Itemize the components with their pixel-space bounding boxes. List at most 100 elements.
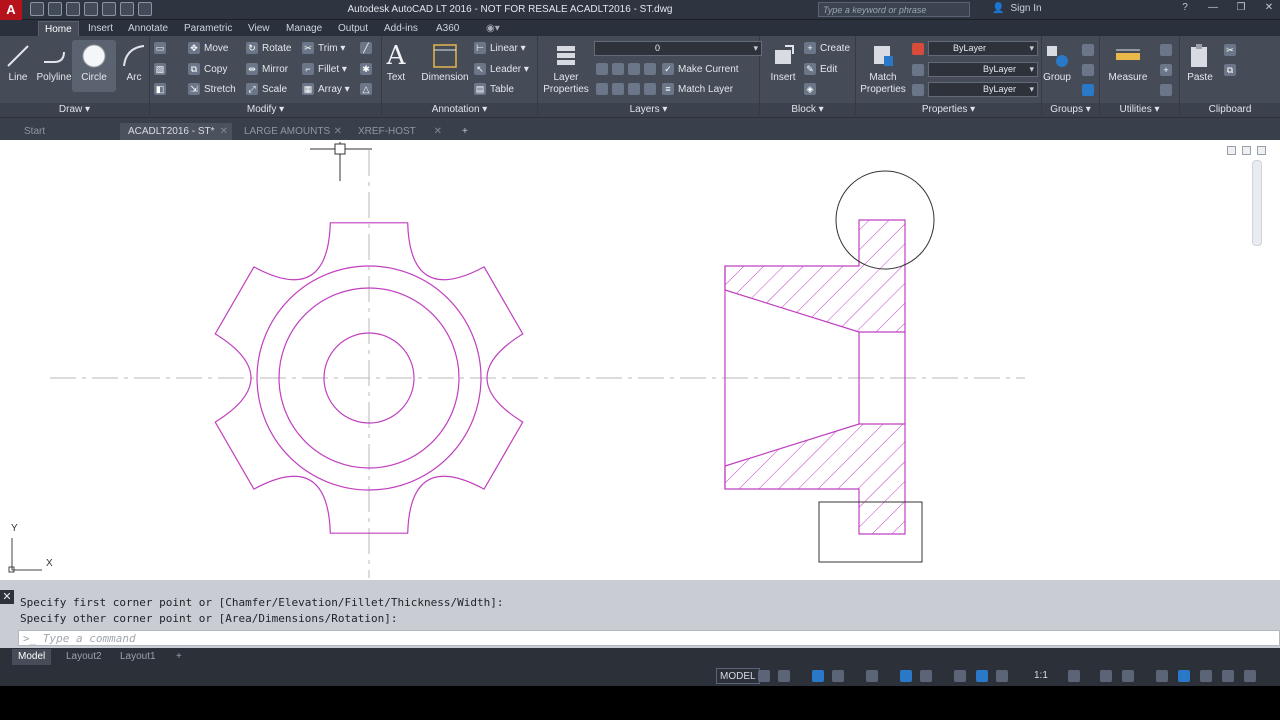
explode-button[interactable]: ✱: [360, 61, 372, 77]
lineweight-combo[interactable]: ByLayer: [928, 82, 1038, 97]
lineweight-toggle-icon[interactable]: [954, 670, 966, 682]
mirror-button[interactable]: ⇹ Mirror: [246, 61, 288, 77]
command-close-icon[interactable]: ✕: [0, 590, 14, 604]
ortho-icon[interactable]: [812, 670, 824, 682]
linear-button[interactable]: ⊢ Linear ▾: [474, 40, 526, 56]
color-combo[interactable]: ByLayer: [928, 41, 1038, 56]
panel-utilities-title[interactable]: Utilities ▾: [1100, 103, 1179, 117]
navigation-bar[interactable]: [1252, 160, 1262, 246]
panel-block-title[interactable]: Block ▾: [760, 103, 855, 117]
isodraft-icon[interactable]: [866, 670, 878, 682]
rotate-button[interactable]: ↻ Rotate: [246, 40, 291, 56]
panel-layers-title[interactable]: Layers ▾: [538, 103, 759, 117]
print-icon[interactable]: [102, 2, 116, 16]
measure-button[interactable]: Measure: [1102, 40, 1154, 84]
drawing-canvas[interactable]: Y X: [0, 140, 1280, 580]
close-tab-icon[interactable]: ✕: [434, 123, 442, 140]
command-input[interactable]: >_ Type a command: [18, 630, 1280, 646]
customization-icon[interactable]: [1244, 670, 1256, 682]
open-file-icon[interactable]: [48, 2, 62, 16]
close-icon[interactable]: ✕: [1262, 2, 1276, 14]
object-snap-tracking-icon[interactable]: [900, 670, 912, 682]
ribbon-options-icon[interactable]: ◉▾: [480, 21, 506, 36]
group-selection-icon[interactable]: [1082, 84, 1094, 96]
fillet-button[interactable]: ⌐ Fillet ▾: [302, 61, 347, 77]
file-tab-xref-host[interactable]: XREF-HOST ✕: [350, 123, 446, 140]
tab-parametric[interactable]: Parametric: [178, 21, 238, 36]
stretch-button[interactable]: ⇲ Stretch: [188, 81, 236, 97]
cut-icon[interactable]: ✂: [1224, 44, 1236, 56]
edit-block-button[interactable]: ✎ Edit: [804, 61, 837, 77]
tab-view[interactable]: View: [242, 21, 276, 36]
annotation-scale[interactable]: 1:1: [1034, 668, 1048, 684]
region-button[interactable]: ◧: [154, 81, 166, 97]
file-tab-start[interactable]: Start: [16, 123, 114, 140]
point-icon[interactable]: +: [1160, 64, 1172, 76]
quick-properties-icon[interactable]: [1156, 670, 1168, 682]
help-icon[interactable]: ?: [1178, 2, 1192, 14]
tab-manage[interactable]: Manage: [280, 21, 328, 36]
object-snap-icon[interactable]: [920, 670, 932, 682]
clean-screen-icon[interactable]: [1222, 670, 1234, 682]
linetype-combo[interactable]: ByLayer: [928, 62, 1038, 77]
panel-groups-title[interactable]: Groups ▾: [1042, 103, 1099, 117]
minimize-icon[interactable]: —: [1206, 2, 1220, 14]
viewport-restore-icon[interactable]: [1242, 146, 1251, 155]
annotation-monitor-icon[interactable]: [1100, 670, 1112, 682]
panel-annotation-title[interactable]: Annotation ▾: [382, 103, 537, 117]
viewport-minimize-icon[interactable]: [1227, 146, 1236, 155]
layer-previous-icon[interactable]: [644, 83, 656, 95]
match-properties-button[interactable]: Match Properties: [858, 40, 908, 96]
paste-button[interactable]: Paste: [1178, 40, 1222, 84]
calculator-icon[interactable]: [1160, 84, 1172, 96]
move-button[interactable]: ✥ Move: [188, 40, 228, 56]
new-layout-button[interactable]: +: [170, 649, 188, 665]
block-attr-button[interactable]: ◈: [804, 81, 816, 97]
tab-a360[interactable]: A360: [430, 21, 465, 36]
workspace-gear-icon[interactable]: [1068, 670, 1080, 682]
panel-properties-title[interactable]: Properties ▾: [856, 103, 1041, 117]
file-tab-acadlt2016-st[interactable]: ACADLT2016 - ST* ✕: [120, 123, 232, 140]
leader-button[interactable]: ↖ Leader ▾: [474, 61, 529, 77]
layer-isolate-icon[interactable]: [596, 63, 608, 75]
offset-button[interactable]: △: [360, 81, 372, 97]
file-tab-large-amounts[interactable]: LARGE AMOUNTS ✕: [236, 123, 346, 140]
tab-home[interactable]: Home: [38, 21, 79, 36]
redo-icon[interactable]: [138, 2, 152, 16]
trim-button[interactable]: ✂ Trim ▾: [302, 40, 345, 56]
grid-icon[interactable]: [758, 670, 770, 682]
close-tab-icon[interactable]: ✕: [220, 123, 228, 140]
tab-output[interactable]: Output: [332, 21, 374, 36]
tab-annotate[interactable]: Annotate: [122, 21, 174, 36]
layout-tab-layout2[interactable]: Layout2: [60, 649, 108, 665]
scale-button[interactable]: ⤢ Scale: [246, 81, 287, 97]
group-button[interactable]: Group: [1034, 40, 1080, 84]
insert-button[interactable]: Insert: [760, 40, 806, 84]
sign-in[interactable]: 👤 Sign In: [992, 3, 1042, 14]
viewport-close-icon[interactable]: [1257, 146, 1266, 155]
model-space-button[interactable]: MODEL: [716, 668, 760, 684]
layout-tab-layout1[interactable]: Layout1: [114, 649, 162, 665]
auto-scale-icon[interactable]: [996, 670, 1008, 682]
ungroup-icon[interactable]: [1082, 44, 1094, 56]
close-tab-icon[interactable]: ✕: [334, 123, 342, 140]
new-file-icon[interactable]: [30, 2, 44, 16]
group-edit-icon[interactable]: [1082, 64, 1094, 76]
layout-tab-model[interactable]: Model: [12, 649, 52, 665]
make-current-button[interactable]: ✓ Make Current: [662, 61, 739, 77]
text-button[interactable]: A Text: [376, 40, 416, 84]
layer-merge-icon[interactable]: [612, 83, 624, 95]
annotation-visibility-icon[interactable]: [976, 670, 988, 682]
match-layer-button[interactable]: ≡ Match Layer: [662, 81, 733, 97]
layer-properties-button[interactable]: Layer Properties: [540, 40, 592, 96]
copy-button[interactable]: ⧉ Copy: [188, 61, 227, 77]
isolate-objects-icon[interactable]: [1178, 670, 1190, 682]
polyline-button[interactable]: Polyline: [30, 40, 78, 84]
units-icon[interactable]: [1122, 670, 1134, 682]
layer-freeze-icon[interactable]: [612, 63, 624, 75]
panel-draw-title[interactable]: Draw ▾: [0, 103, 149, 117]
dimension-button[interactable]: Dimension: [418, 40, 472, 84]
create-block-button[interactable]: + Create: [804, 40, 850, 56]
new-tab-button[interactable]: +: [454, 123, 476, 140]
array-button[interactable]: ▦ Array ▾: [302, 81, 350, 97]
